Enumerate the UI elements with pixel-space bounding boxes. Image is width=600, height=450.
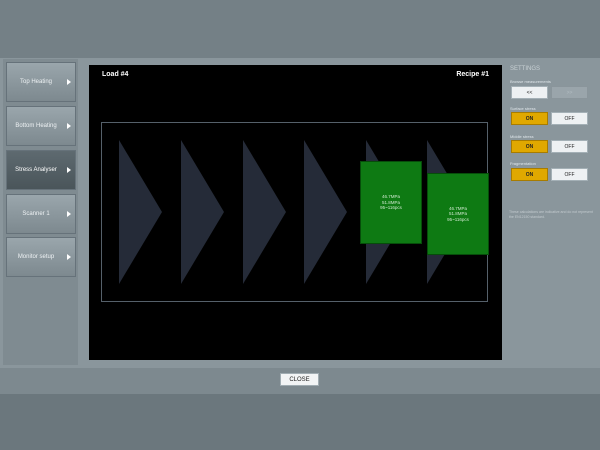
info-text: These calculations are indicative and do… — [509, 210, 593, 219]
chevron-right-icon — [67, 167, 71, 173]
close-button[interactable]: CLOSE — [280, 373, 319, 386]
sidebar-item-label: Bottom Heating — [15, 123, 57, 129]
bottom-area — [0, 394, 600, 450]
sidebar-item-top-heating[interactable]: Top Heating — [6, 62, 76, 102]
sidebar-item-label: Stress Analyser — [15, 167, 57, 173]
sidebar-item-stress-analyser[interactable]: Stress Analyser — [6, 150, 76, 190]
fragmentation-label: Fragmentation — [510, 161, 536, 166]
chevron-right-icon — [67, 79, 71, 85]
direction-arrow-icon — [119, 140, 162, 284]
sidebar-item-label: Top Heating — [19, 79, 53, 85]
surface-stress-on-button[interactable]: ON — [511, 112, 548, 125]
glass-fragmentation: 95~116pcs — [447, 216, 469, 222]
fragmentation-on-button[interactable]: ON — [511, 168, 548, 181]
chevron-right-icon — [67, 123, 71, 129]
fragmentation-off-button[interactable]: OFF — [551, 168, 588, 181]
direction-arrow-icon — [243, 140, 286, 284]
browse-next-button[interactable]: >> — [551, 86, 588, 99]
top-bar — [0, 0, 600, 58]
browse-prev-button[interactable]: << — [511, 86, 548, 99]
browse-label: Browse measurements — [510, 79, 551, 84]
glass-panel[interactable]: 46.7MPa 51.8MPa 95~116pcs — [360, 161, 422, 244]
direction-arrow-icon — [304, 140, 347, 284]
load-label: Load #4 — [102, 71, 129, 78]
sidebar-item-scanner-1[interactable]: Scanner 1 — [6, 194, 76, 234]
glass-fragmentation: 95~116pcs — [380, 205, 402, 211]
sidebar-item-monitor-setup[interactable]: Monitor setup — [6, 237, 76, 277]
stress-canvas: Load #4 Recipe #1 46.7MPa 51.8MPa 95~116… — [89, 65, 502, 360]
recipe-label: Recipe #1 — [456, 71, 489, 78]
sidebar-item-label: Scanner 1 — [22, 211, 50, 217]
sidebar-item-label: Monitor setup — [17, 254, 55, 260]
chevron-right-icon — [67, 211, 71, 217]
surface-stress-off-button[interactable]: OFF — [551, 112, 588, 125]
middle-stress-label: Middle stress — [510, 134, 534, 139]
surface-stress-label: Surface stress — [510, 106, 536, 111]
direction-arrow-icon — [181, 140, 224, 284]
sidebar: Top Heating Bottom Heating Stress Analys… — [3, 59, 78, 365]
glass-panel[interactable]: 46.7MPa 51.8MPa 95~116pcs — [427, 173, 489, 255]
sidebar-item-bottom-heating[interactable]: Bottom Heating — [6, 106, 76, 146]
chevron-right-icon — [67, 254, 71, 260]
middle-stress-on-button[interactable]: ON — [511, 140, 548, 153]
middle-stress-off-button[interactable]: OFF — [551, 140, 588, 153]
settings-title: SETTINGS — [510, 66, 541, 72]
